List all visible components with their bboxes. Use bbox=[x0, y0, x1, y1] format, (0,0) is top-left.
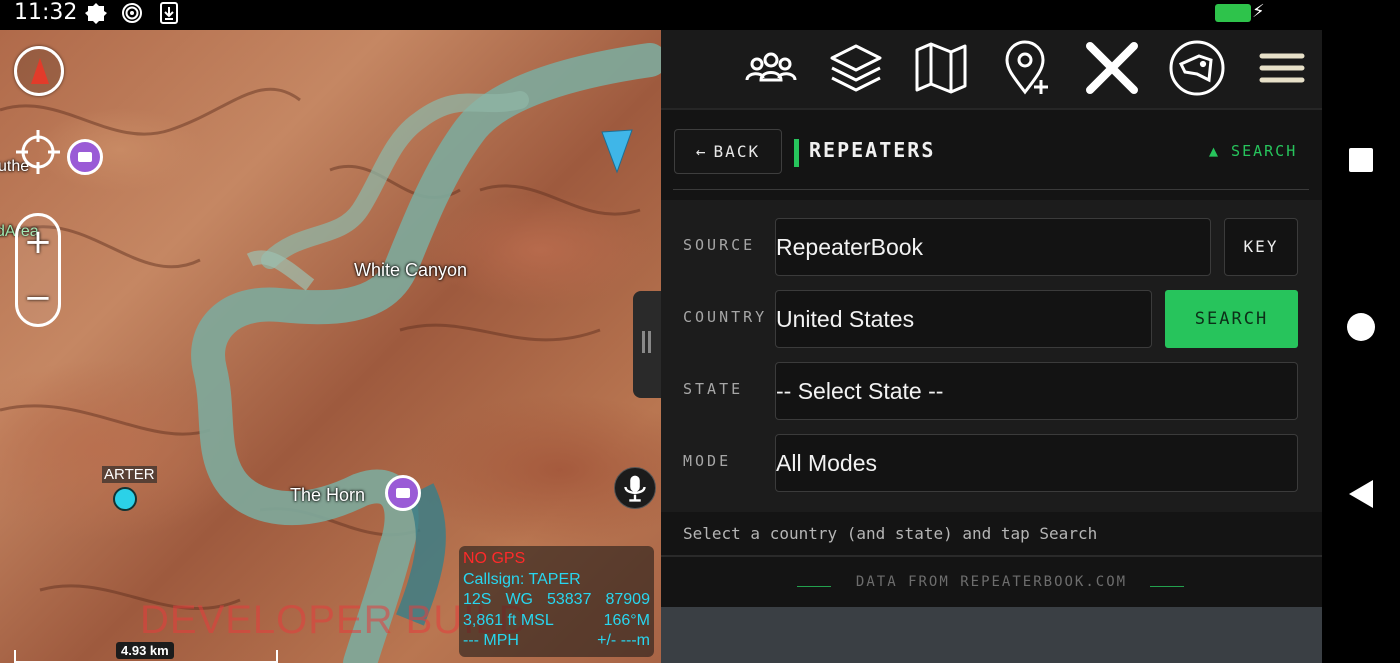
users-icon[interactable] bbox=[741, 38, 801, 98]
source-label: SOURCE bbox=[683, 236, 756, 254]
gps-grid-row: 12S WG 53837 87909 bbox=[463, 590, 650, 611]
toolbar bbox=[661, 30, 1322, 110]
title-accent-bar bbox=[794, 139, 799, 167]
state-label: STATE bbox=[683, 380, 744, 398]
close-icon[interactable] bbox=[1082, 38, 1142, 98]
search-button[interactable]: SEARCH bbox=[1165, 290, 1298, 348]
country-label: COUNTRY bbox=[683, 308, 768, 326]
gps-grid-zone: 12S bbox=[463, 591, 492, 608]
gps-info-panel: NO GPS Callsign: TAPER 12S WG 53837 8790… bbox=[459, 546, 654, 657]
panel-header: ← BACK REPEATERS ▲ SEARCH bbox=[661, 112, 1322, 200]
user-marker-label: ARTER bbox=[102, 466, 157, 483]
gps-accuracy: +/- ---m bbox=[597, 632, 650, 649]
user-location-marker[interactable] bbox=[113, 487, 137, 511]
zoom-control: + − bbox=[15, 213, 61, 327]
camera-marker-icon[interactable] bbox=[385, 475, 421, 511]
map-label-the-horn: The Horn bbox=[290, 485, 366, 505]
grip-icon bbox=[642, 331, 645, 353]
gps-speed-row: --- MPH +/- ---m bbox=[463, 631, 650, 652]
home-button[interactable] bbox=[1347, 313, 1375, 341]
key-button[interactable]: KEY bbox=[1224, 218, 1298, 276]
back-arrow-icon: ← bbox=[695, 142, 708, 161]
system-back-button[interactable] bbox=[1349, 480, 1373, 508]
gps-heading: 166°M bbox=[603, 611, 650, 629]
mode-select[interactable]: All Modes bbox=[775, 434, 1298, 492]
gps-grid-square: WG bbox=[505, 591, 533, 608]
zoom-in-button[interactable]: + bbox=[18, 222, 58, 262]
back-button[interactable]: ← BACK bbox=[674, 129, 782, 174]
panel-bottom-area bbox=[661, 607, 1322, 663]
repeaters-panel: ← BACK REPEATERS ▲ SEARCH SOURCE Repeate… bbox=[661, 30, 1322, 663]
gps-status: NO GPS bbox=[463, 550, 526, 567]
zoom-out-button[interactable]: − bbox=[18, 278, 58, 318]
mode-label: MODE bbox=[683, 452, 732, 470]
hint-row: Select a country (and state) and tap Sea… bbox=[661, 512, 1322, 557]
gps-speed: --- MPH bbox=[463, 632, 519, 649]
notification-badge-icon bbox=[85, 3, 107, 24]
page-title: REPEATERS bbox=[809, 138, 936, 162]
microphone-button[interactable] bbox=[614, 467, 656, 509]
camera-marker-icon[interactable] bbox=[67, 139, 103, 175]
dog-icon[interactable] bbox=[1167, 38, 1227, 98]
status-bar: 11:32 ⚡ bbox=[0, 0, 1400, 28]
map-icon[interactable] bbox=[911, 38, 971, 98]
scale-label: 4.93 km bbox=[116, 642, 174, 659]
gps-altitude: 3,861 ft MSL bbox=[463, 611, 554, 629]
back-button-label: BACK bbox=[713, 142, 761, 161]
locate-me-button[interactable] bbox=[14, 128, 62, 176]
download-icon bbox=[160, 2, 178, 24]
hint-text: Select a country (and state) and tap Sea… bbox=[683, 524, 1098, 543]
compass-button[interactable] bbox=[14, 46, 64, 96]
search-toggle[interactable]: ▲ SEARCH bbox=[1209, 142, 1297, 160]
status-time: 11:32 bbox=[14, 0, 78, 25]
north-arrow-icon bbox=[31, 58, 49, 84]
battery-icon bbox=[1215, 4, 1251, 22]
gps-easting: 53837 bbox=[546, 591, 592, 608]
add-location-icon[interactable] bbox=[997, 38, 1057, 98]
menu-icon[interactable] bbox=[1252, 38, 1312, 98]
heading-arrow-icon bbox=[601, 129, 633, 174]
map-view[interactable]: White Canyon The Horn uthe dArea + − ART… bbox=[0, 30, 661, 663]
panel-footer: DATA FROM REPEATERBOOK.COM bbox=[661, 557, 1322, 607]
charging-icon: ⚡ bbox=[1252, 1, 1265, 22]
gps-callsign: Callsign: TAPER bbox=[463, 570, 581, 588]
map-label-white-canyon: White Canyon bbox=[354, 260, 468, 280]
gps-northing: 87909 bbox=[605, 591, 650, 608]
state-select[interactable]: -- Select State -- bbox=[775, 362, 1298, 420]
footer-credit: DATA FROM REPEATERBOOK.COM bbox=[855, 574, 1128, 590]
search-form: SOURCE RepeaterBook KEY COUNTRY United S… bbox=[661, 200, 1322, 512]
country-field[interactable]: United States bbox=[775, 290, 1152, 348]
panel-drawer-handle[interactable] bbox=[633, 291, 661, 398]
layers-icon[interactable] bbox=[826, 38, 886, 98]
spiral-icon bbox=[122, 3, 142, 23]
divider bbox=[673, 189, 1309, 190]
gps-alt-row: 3,861 ft MSL 166°M bbox=[463, 611, 650, 632]
footer-line bbox=[1150, 586, 1184, 587]
source-field[interactable]: RepeaterBook bbox=[775, 218, 1211, 276]
recents-button[interactable] bbox=[1349, 148, 1373, 172]
system-navigation-bar bbox=[1322, 30, 1400, 663]
